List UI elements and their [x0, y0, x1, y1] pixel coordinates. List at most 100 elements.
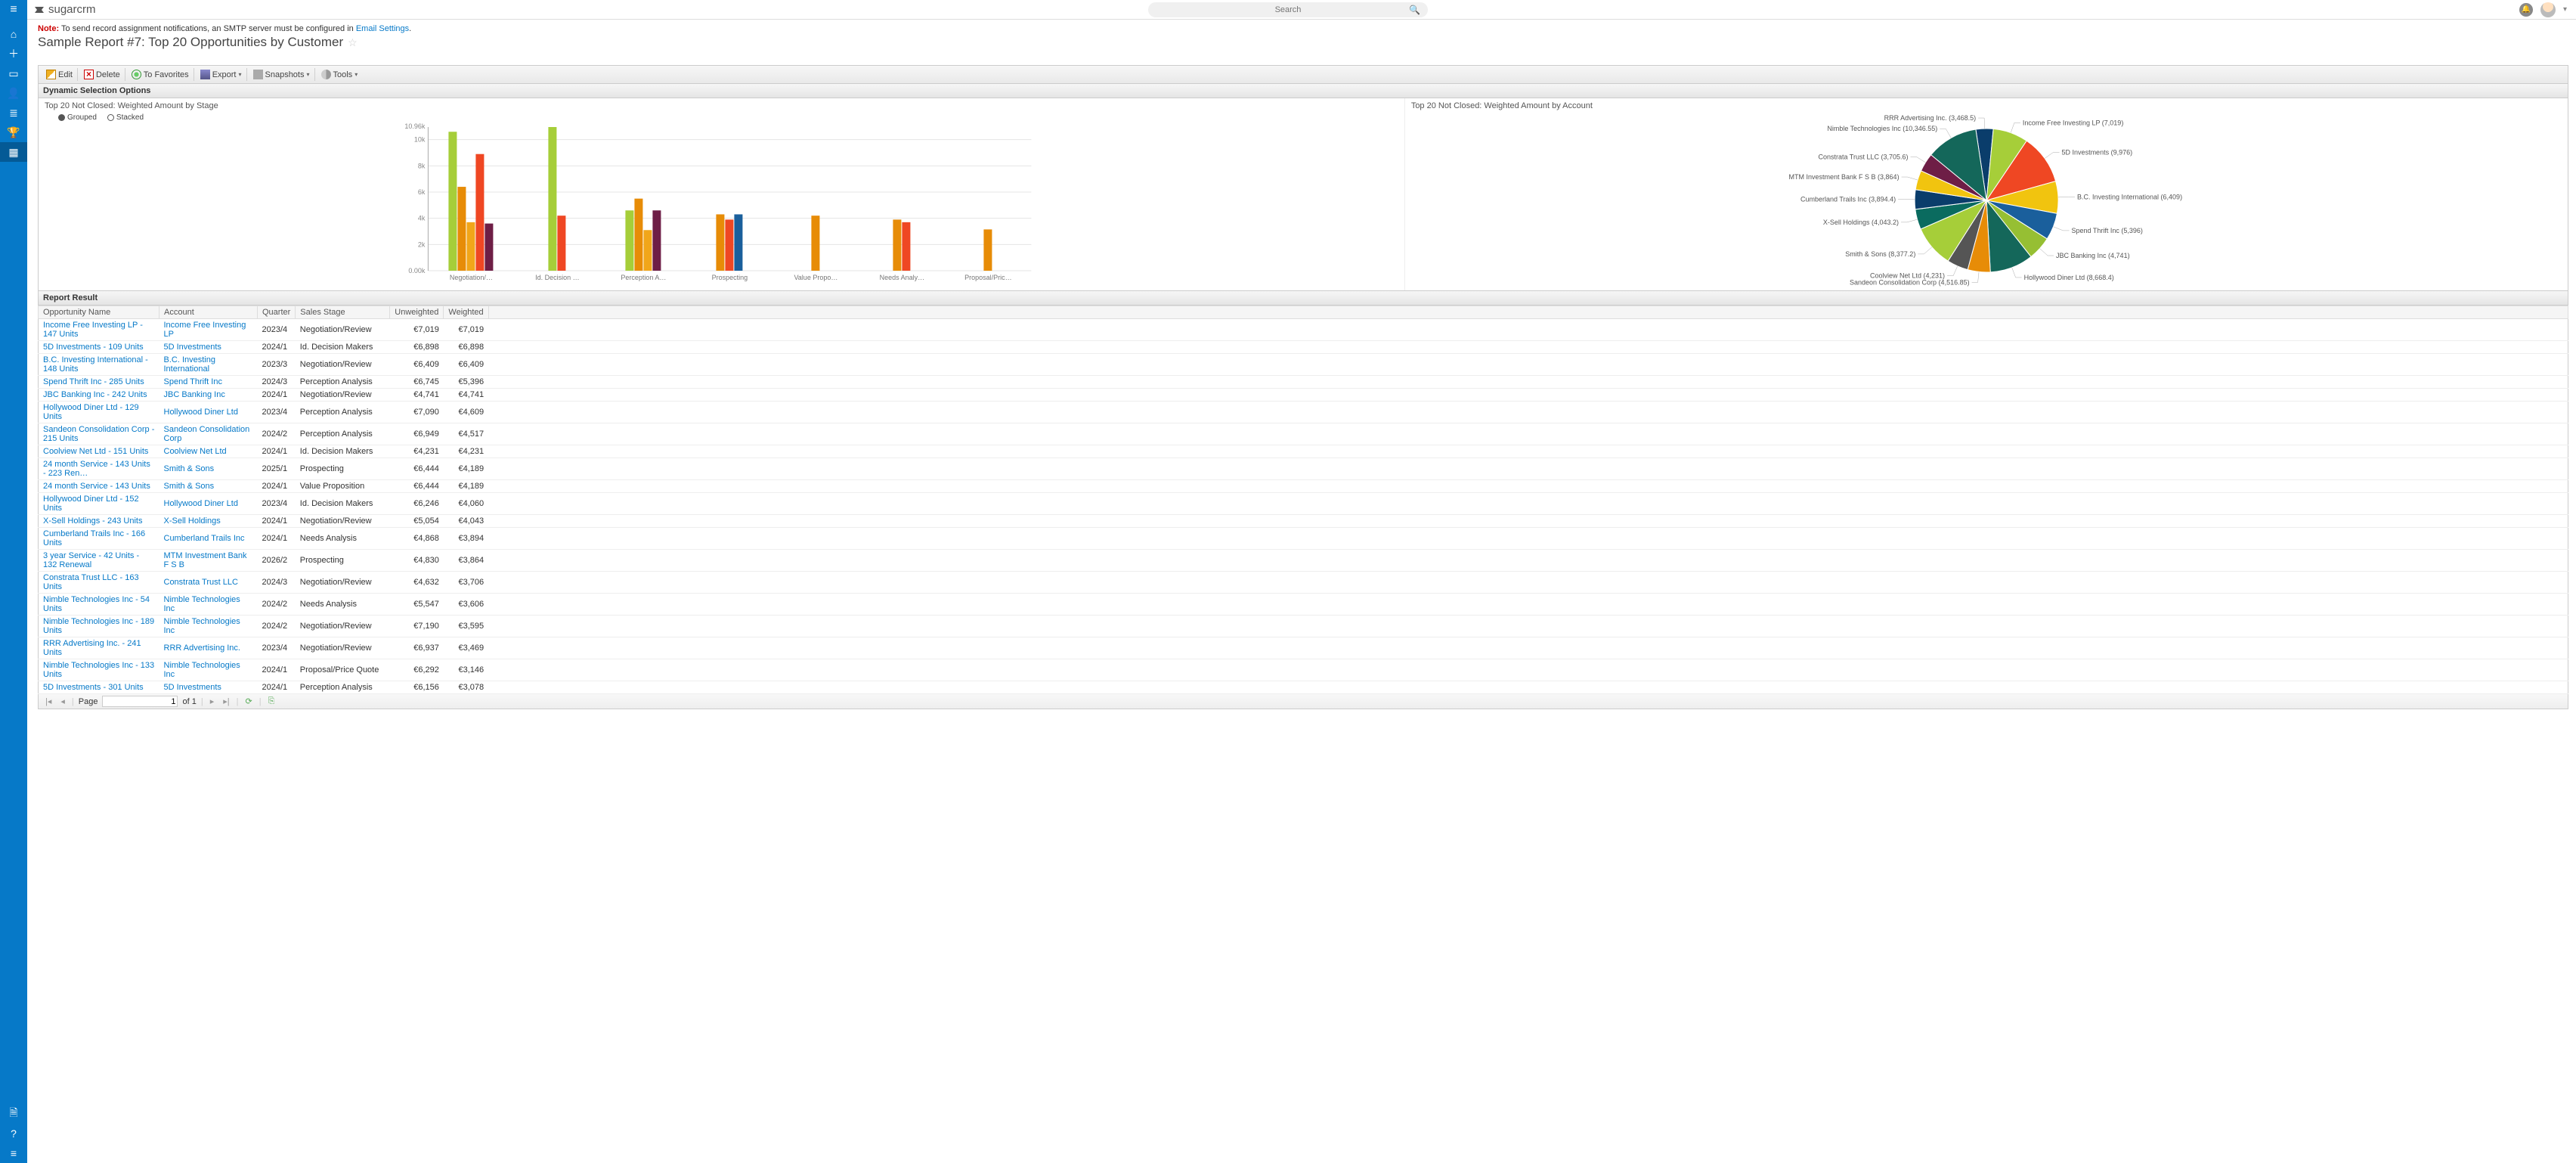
pager-prev-icon[interactable]: ◂ [58, 696, 67, 706]
nav-help-icon[interactable]: ? [0, 1124, 27, 1143]
search-icon[interactable]: 🔍 [1409, 5, 1420, 15]
opportunity-link[interactable]: Coolview Net Ltd - 151 Units [43, 447, 148, 456]
export-button[interactable]: Export▾ [196, 68, 247, 81]
favorites-icon [132, 70, 141, 79]
table-row: B.C. Investing International - 148 Units… [39, 354, 2568, 376]
account-link[interactable]: Sandeon Consolidation Corp [164, 425, 250, 443]
snapshots-button[interactable]: Snapshots▾ [249, 68, 315, 81]
dynamic-selection-header[interactable]: Dynamic Selection Options [38, 83, 2568, 98]
account-link[interactable]: 5D Investments [164, 343, 221, 352]
stage-cell: Needs Analysis [296, 528, 390, 550]
favorite-star-icon[interactable]: ☆ [348, 36, 358, 49]
sidebar: ⌂ ＋ ▭ 👤 ≣ 🏆 ▦ 🗎 ? ≡ ▸ [0, 20, 27, 1163]
stage-cell: Id. Decision Makers [296, 341, 390, 354]
opportunity-link[interactable]: Income Free Investing LP - 147 Units [43, 321, 143, 339]
unweighted-cell: €6,937 [390, 637, 444, 659]
user-menu-chevron-icon[interactable]: ▾ [2563, 5, 2567, 14]
account-link[interactable]: JBC Banking Inc [164, 390, 225, 399]
account-link[interactable]: Cumberland Trails Inc [164, 534, 245, 543]
pager-next-icon[interactable]: ▸ [208, 696, 217, 706]
stage-cell: Perception Analysis [296, 402, 390, 423]
nav-contacts-icon[interactable]: 👤 [0, 83, 27, 103]
pager-page-input[interactable] [102, 696, 178, 707]
account-link[interactable]: RRR Advertising Inc. [164, 644, 240, 653]
opportunity-link[interactable]: 5D Investments - 109 Units [43, 343, 144, 352]
account-link[interactable]: Spend Thrift Inc [164, 377, 222, 386]
opportunity-link[interactable]: Cumberland Trails Inc - 166 Units [43, 529, 145, 547]
pager-first-icon[interactable]: |◂ [43, 696, 54, 706]
edit-button[interactable]: Edit [42, 68, 78, 81]
bar-chart-cell: Top 20 Not Closed: Weighted Amount by St… [39, 98, 1404, 290]
opportunity-link[interactable]: 5D Investments - 301 Units [43, 683, 144, 692]
legend-grouped[interactable]: Grouped [58, 113, 97, 122]
account-link[interactable]: B.C. Investing International [164, 355, 215, 374]
opportunity-link[interactable]: Spend Thrift Inc - 285 Units [43, 377, 144, 386]
nav-home-icon[interactable]: ⌂ [0, 24, 27, 44]
svg-text:Constrata Trust LLC (3,705.6): Constrata Trust LLC (3,705.6) [1818, 153, 1908, 160]
nav-trophy-icon[interactable]: 🏆 [0, 123, 27, 142]
col-stage[interactable]: Sales Stage [296, 306, 390, 319]
opportunity-link[interactable]: 24 month Service - 143 Units [43, 482, 150, 491]
account-link[interactable]: Income Free Investing LP [164, 321, 246, 339]
account-link[interactable]: Constrata Trust LLC [164, 578, 238, 587]
nav-filter-icon[interactable]: ≣ [0, 103, 27, 123]
opportunity-link[interactable]: Constrata Trust LLC - 163 Units [43, 573, 139, 591]
pager-last-icon[interactable]: ▸| [221, 696, 231, 706]
notifications-icon[interactable]: 🔔 [2519, 3, 2533, 17]
account-link[interactable]: Smith & Sons [164, 482, 215, 491]
legend-stacked[interactable]: Stacked [107, 113, 144, 122]
nav-records-icon[interactable]: ▭ [0, 64, 27, 83]
email-settings-link[interactable]: Email Settings [356, 24, 409, 33]
weighted-cell: €3,078 [444, 681, 488, 694]
col-opportunity[interactable]: Opportunity Name [39, 306, 159, 319]
opportunity-link[interactable]: X-Sell Holdings - 243 Units [43, 516, 142, 526]
app-logo[interactable]: sugarcrm [33, 3, 96, 16]
quarter-cell: 2024/1 [258, 480, 296, 493]
nav-create-icon[interactable]: ＋ [0, 44, 27, 64]
hamburger-menu[interactable]: ≡ [0, 0, 27, 20]
nav-dashboard-icon[interactable]: ▦ [0, 142, 27, 162]
col-unweighted[interactable]: Unweighted [390, 306, 444, 319]
unweighted-cell: €6,156 [390, 681, 444, 694]
opportunity-link[interactable]: Nimble Technologies Inc - 133 Units [43, 661, 154, 679]
opportunity-link[interactable]: JBC Banking Inc - 242 Units [43, 390, 147, 399]
pager-refresh-icon[interactable]: ⟳ [243, 696, 254, 706]
nav-stack-icon[interactable]: ≡ [0, 1143, 27, 1163]
avatar[interactable] [2540, 2, 2556, 17]
col-weighted[interactable]: Weighted [444, 306, 488, 319]
opportunity-link[interactable]: Hollywood Diner Ltd - 129 Units [43, 403, 139, 421]
account-link[interactable]: 5D Investments [164, 683, 221, 692]
account-link[interactable]: Nimble Technologies Inc [164, 595, 240, 613]
account-link[interactable]: Nimble Technologies Inc [164, 661, 240, 679]
opportunity-link[interactable]: Hollywood Diner Ltd - 152 Units [43, 495, 139, 513]
table-row: Hollywood Diner Ltd - 152 Units Hollywood… [39, 493, 2568, 515]
search-input[interactable] [1148, 2, 1428, 17]
col-spacer [488, 306, 2568, 319]
account-link[interactable]: Hollywood Diner Ltd [164, 499, 238, 508]
account-link[interactable]: MTM Investment Bank F S B [164, 551, 247, 569]
svg-text:Negotiation/…: Negotiation/… [450, 274, 493, 281]
col-account[interactable]: Account [159, 306, 258, 319]
opportunity-link[interactable]: B.C. Investing International - 148 Units [43, 355, 148, 374]
delete-button[interactable]: Delete [79, 68, 125, 81]
account-link[interactable]: Nimble Technologies Inc [164, 617, 240, 635]
account-link[interactable]: Hollywood Diner Ltd [164, 408, 238, 417]
stage-cell: Perception Analysis [296, 681, 390, 694]
favorites-button[interactable]: To Favorites [127, 68, 194, 81]
account-link[interactable]: X-Sell Holdings [164, 516, 221, 526]
tools-button[interactable]: Tools▾ [317, 68, 363, 81]
opportunity-link[interactable]: 3 year Service - 42 Units - 132 Renewal [43, 551, 139, 569]
unweighted-cell: €6,949 [390, 423, 444, 445]
opportunity-link[interactable]: Nimble Technologies Inc - 189 Units [43, 617, 154, 635]
pager-export-icon[interactable]: ⎘ [266, 696, 277, 706]
account-link[interactable]: Coolview Net Ltd [164, 447, 227, 456]
opportunity-link[interactable]: RRR Advertising Inc. - 241 Units [43, 639, 141, 657]
opportunity-link[interactable]: Sandeon Consolidation Corp - 215 Units [43, 425, 154, 443]
opportunity-link[interactable]: 24 month Service - 143 Units - 223 Ren… [43, 460, 150, 478]
sidebar-flyout-icon[interactable]: ▸ [28, 1150, 32, 1158]
opportunity-link[interactable]: Nimble Technologies Inc - 54 Units [43, 595, 150, 613]
col-quarter[interactable]: Quarter [258, 306, 296, 319]
pager-of-text: of 1 [182, 697, 196, 706]
account-link[interactable]: Smith & Sons [164, 464, 215, 473]
nav-doc-icon[interactable]: 🗎 [0, 1104, 27, 1124]
